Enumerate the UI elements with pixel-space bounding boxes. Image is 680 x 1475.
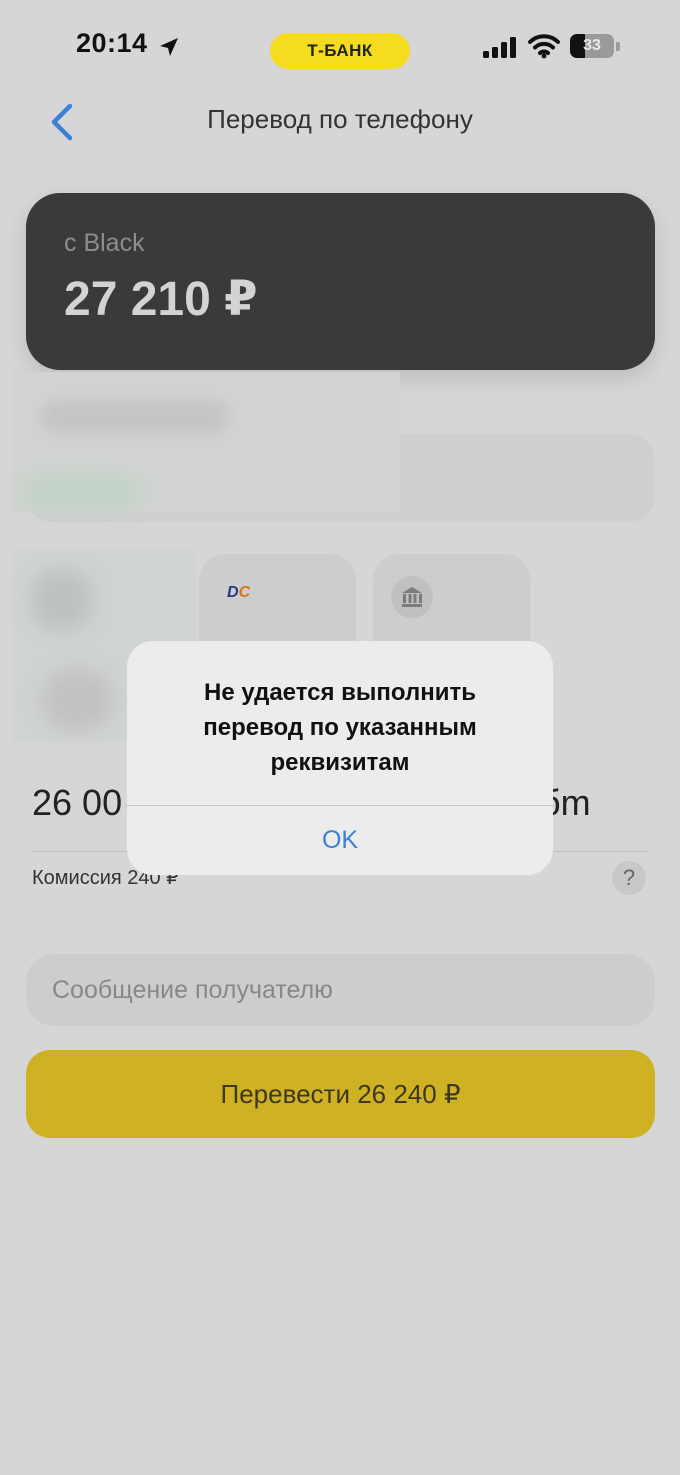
source-account-balance: 27 210 ₽ — [64, 273, 258, 326]
bank-building-icon — [402, 587, 422, 607]
message-input[interactable]: Сообщение получателю — [26, 954, 655, 1026]
bank-badge[interactable]: Т-БАНК — [270, 33, 410, 69]
transfer-button[interactable]: Перевести 26 240 ₽ — [26, 1050, 655, 1138]
battery-level: 33 — [583, 37, 601, 54]
source-account-label: с Black — [64, 229, 145, 257]
chevron-left-icon[interactable] — [44, 100, 80, 144]
alert-ok-button[interactable]: OK — [127, 806, 553, 875]
amount-input[interactable]: 26 00 — [32, 782, 122, 824]
recipient-blurred-name — [40, 400, 230, 434]
location-arrow-icon — [160, 38, 178, 56]
alert-title-line: реквизитам — [270, 749, 410, 776]
recipient-blurred-badge — [20, 478, 140, 508]
alert-title-line: перевод по указанным — [203, 714, 477, 741]
message-placeholder: Сообщение получателю — [52, 976, 333, 1004]
error-alert: Не удается выполнить перевод по указанны… — [127, 641, 553, 875]
help-icon[interactable]: ? — [612, 861, 646, 895]
bank-icon-circle — [391, 576, 433, 618]
battery-indicator: 33 — [570, 34, 622, 60]
status-time: 20:14 — [76, 28, 148, 58]
alert-title: Не удается выполнить перевод по указанны… — [127, 675, 553, 780]
page-title: Перевод по телефону — [207, 104, 473, 134]
dc-logo: DC — [227, 584, 251, 601]
alert-title-line: Не удается выполнить — [204, 679, 476, 706]
wifi-icon — [528, 34, 560, 59]
cellular-signal-icon — [483, 37, 516, 58]
source-account-card[interactable]: с Black 27 210 ₽ — [26, 193, 655, 370]
